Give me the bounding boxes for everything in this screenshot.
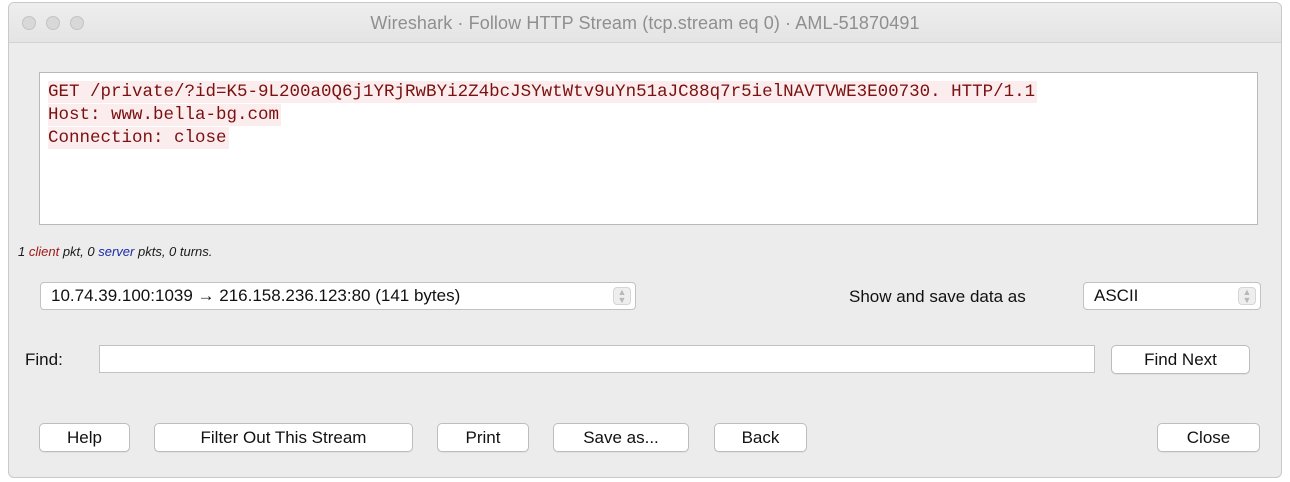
window-title: Wireshark · Follow HTTP Stream (tcp.stre… <box>370 13 920 33</box>
conversation-select[interactable]: 10.74.39.100:1039 → 216.158.236.123:80 (… <box>40 282 636 310</box>
stats-tail-text: pkts, 0 turns. <box>134 244 213 259</box>
help-button[interactable]: Help <box>39 423 130 452</box>
updown-stepper-icon: ▲ ▼ <box>1238 287 1256 305</box>
stream-content-area[interactable]: GET /private/?id=K5-9L200a0Q6j1YRjRwBYi2… <box>39 72 1258 225</box>
save-as-button[interactable]: Save as... <box>553 423 689 452</box>
data-format-value: ASCII <box>1094 286 1139 305</box>
packet-stats: 1 client pkt, 0 server pkts, 0 turns. <box>18 244 212 259</box>
stream-line-host: Host: www.bella-bg.com <box>48 104 282 126</box>
title-bar: Wireshark · Follow HTTP Stream (tcp.stre… <box>9 3 1281 43</box>
find-label: Find: <box>25 350 63 369</box>
stats-middle-text: pkt, 0 <box>59 244 99 259</box>
back-button[interactable]: Back <box>714 423 807 452</box>
filter-out-stream-button[interactable]: Filter Out This Stream <box>154 423 413 452</box>
close-button[interactable]: Close <box>1157 423 1260 452</box>
stream-line-request: GET /private/?id=K5-9L200a0Q6j1YRjRwBYi2… <box>48 81 1038 103</box>
find-input[interactable] <box>99 345 1095 373</box>
show-save-label: Show and save data as <box>849 287 1026 306</box>
conversation-select-value: 10.74.39.100:1039 → 216.158.236.123:80 (… <box>51 286 461 305</box>
print-button[interactable]: Print <box>437 423 529 452</box>
stats-client-count: 1 <box>18 244 29 259</box>
stream-line-connection: Connection: close <box>48 127 229 149</box>
stats-client-label: client <box>28 244 60 259</box>
follow-stream-window: Wireshark · Follow HTTP Stream (tcp.stre… <box>8 2 1282 478</box>
updown-stepper-icon: ▲ ▼ <box>613 287 631 305</box>
find-next-button[interactable]: Find Next <box>1111 345 1250 374</box>
stats-server-label: server <box>98 244 135 259</box>
data-format-select[interactable]: ASCII ▲ ▼ <box>1083 282 1261 310</box>
